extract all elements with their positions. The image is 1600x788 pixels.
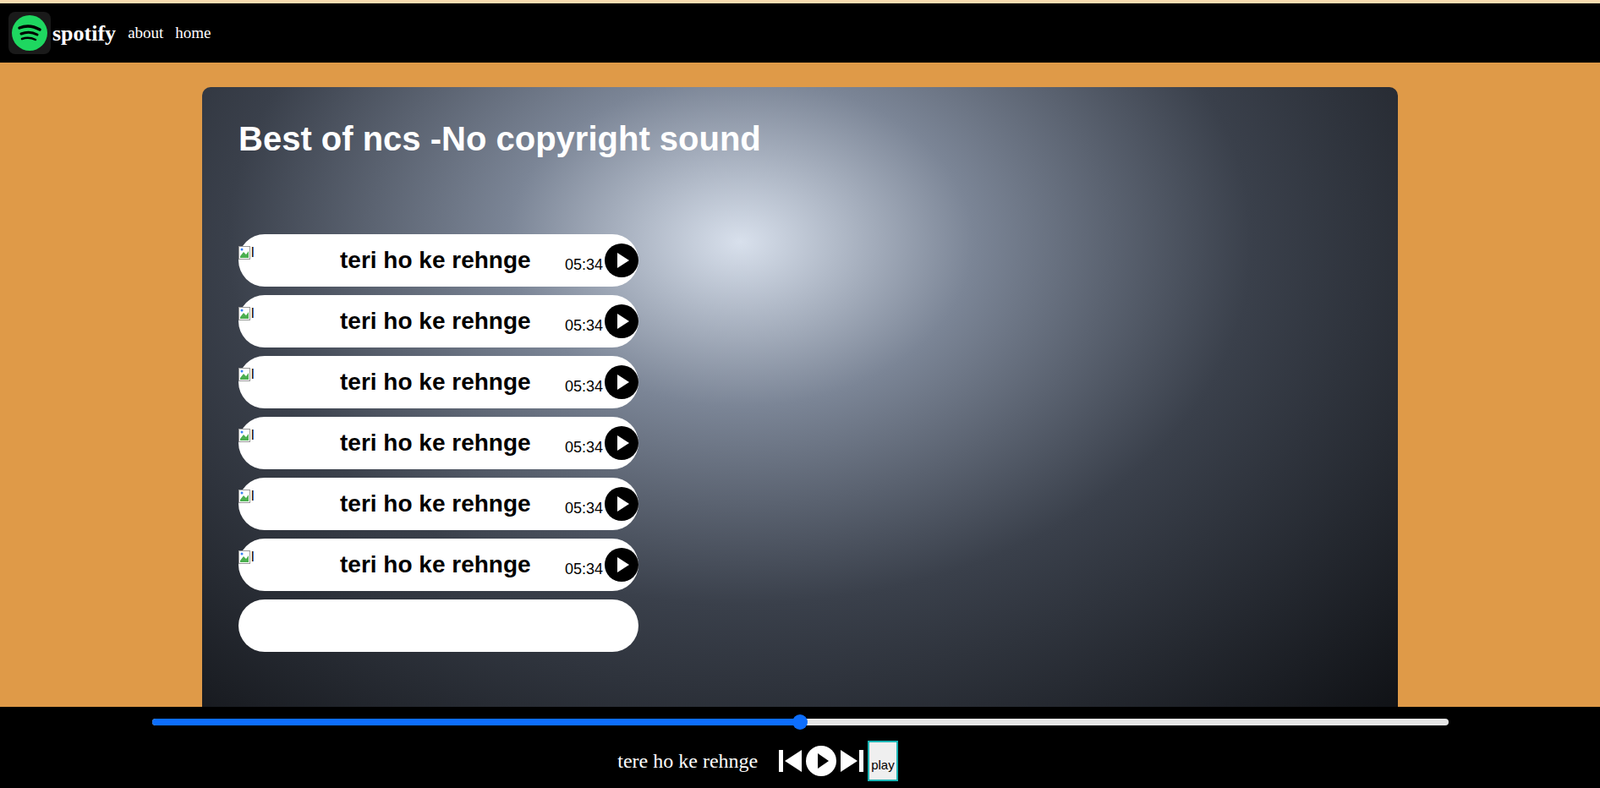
seek-bar[interactable] xyxy=(152,718,1449,726)
song-row[interactable]: l teri ho ke rehnge 05:34 xyxy=(238,295,639,348)
broken-image-icon xyxy=(238,550,251,565)
now-playing: tere ho ke rehnge xyxy=(617,745,758,777)
song-duration: 05:34 xyxy=(564,558,603,581)
seek-thumb[interactable] xyxy=(792,714,808,730)
broken-image-icon xyxy=(238,306,251,321)
play-icon[interactable] xyxy=(604,426,639,461)
empty-song-row xyxy=(238,599,639,653)
song-title: teri ho ke rehnge xyxy=(339,425,532,461)
song-title: teri ho ke rehnge xyxy=(339,364,532,400)
broken-image-icon xyxy=(238,428,251,443)
main: Best of ncs -No copyright sound l teri ho … xyxy=(0,62,1600,707)
playlist-card: Best of ncs -No copyright sound l teri ho … xyxy=(202,87,1398,707)
next-icon[interactable] xyxy=(838,747,865,775)
song-row[interactable]: l teri ho ke rehnge 05:34 xyxy=(238,477,639,531)
song-duration: 05:34 xyxy=(564,375,603,399)
song-title: teri ho ke rehnge xyxy=(339,242,532,279)
play-circle-icon[interactable] xyxy=(805,745,838,778)
song-duration: 05:34 xyxy=(564,497,603,521)
song-cover: l xyxy=(238,246,263,260)
song-cover: l xyxy=(238,489,263,504)
song-row[interactable]: l teri ho ke rehnge 05:34 xyxy=(238,538,639,592)
playlist-title: Best of ncs -No copyright sound xyxy=(238,117,1398,160)
song-cover: l xyxy=(238,550,263,565)
play-icon[interactable] xyxy=(604,243,639,278)
navbar: spotify about home xyxy=(0,0,1600,63)
song-cover: l xyxy=(238,367,263,382)
nav-link[interactable]: home xyxy=(175,21,211,46)
play-icon[interactable] xyxy=(604,487,639,521)
song-title: teri ho ke rehnge xyxy=(339,486,532,522)
app: spotify about home Best of ncs -No copyrigh… xyxy=(0,0,1600,788)
song-duration: 05:34 xyxy=(564,314,603,338)
broken-image-icon xyxy=(238,489,251,504)
song-row[interactable]: l teri ho ke rehnge 05:34 xyxy=(238,234,639,287)
song-cover: l xyxy=(238,428,263,443)
song-duration: 05:34 xyxy=(564,253,603,277)
nav-link[interactable]: about xyxy=(127,21,164,46)
play-button[interactable]: play xyxy=(867,740,899,782)
seek-fill xyxy=(152,718,801,726)
song-row[interactable]: l teri ho ke rehnge 05:34 xyxy=(238,356,639,409)
song-duration: 05:34 xyxy=(564,436,603,460)
song-title: teri ho ke rehnge xyxy=(339,547,532,583)
song-list: l teri ho ke rehnge 05:34 l teri ho ke rehng… xyxy=(238,234,639,653)
broken-image-icon xyxy=(238,367,251,382)
song-title: teri ho ke rehnge xyxy=(339,303,532,340)
player-bar: tere ho ke rehnge play xyxy=(0,706,1600,788)
spotify-logo-icon xyxy=(8,11,51,55)
play-icon[interactable] xyxy=(604,547,639,582)
song-cover: l xyxy=(238,306,263,321)
player-controls: tere ho ke rehnge play xyxy=(617,740,898,782)
play-icon[interactable] xyxy=(604,365,639,400)
previous-icon[interactable] xyxy=(778,747,804,775)
broken-image-icon xyxy=(238,246,251,260)
play-icon[interactable] xyxy=(604,304,639,339)
song-row[interactable]: l teri ho ke rehnge 05:34 xyxy=(238,416,639,470)
brand[interactable]: spotify xyxy=(8,11,116,55)
